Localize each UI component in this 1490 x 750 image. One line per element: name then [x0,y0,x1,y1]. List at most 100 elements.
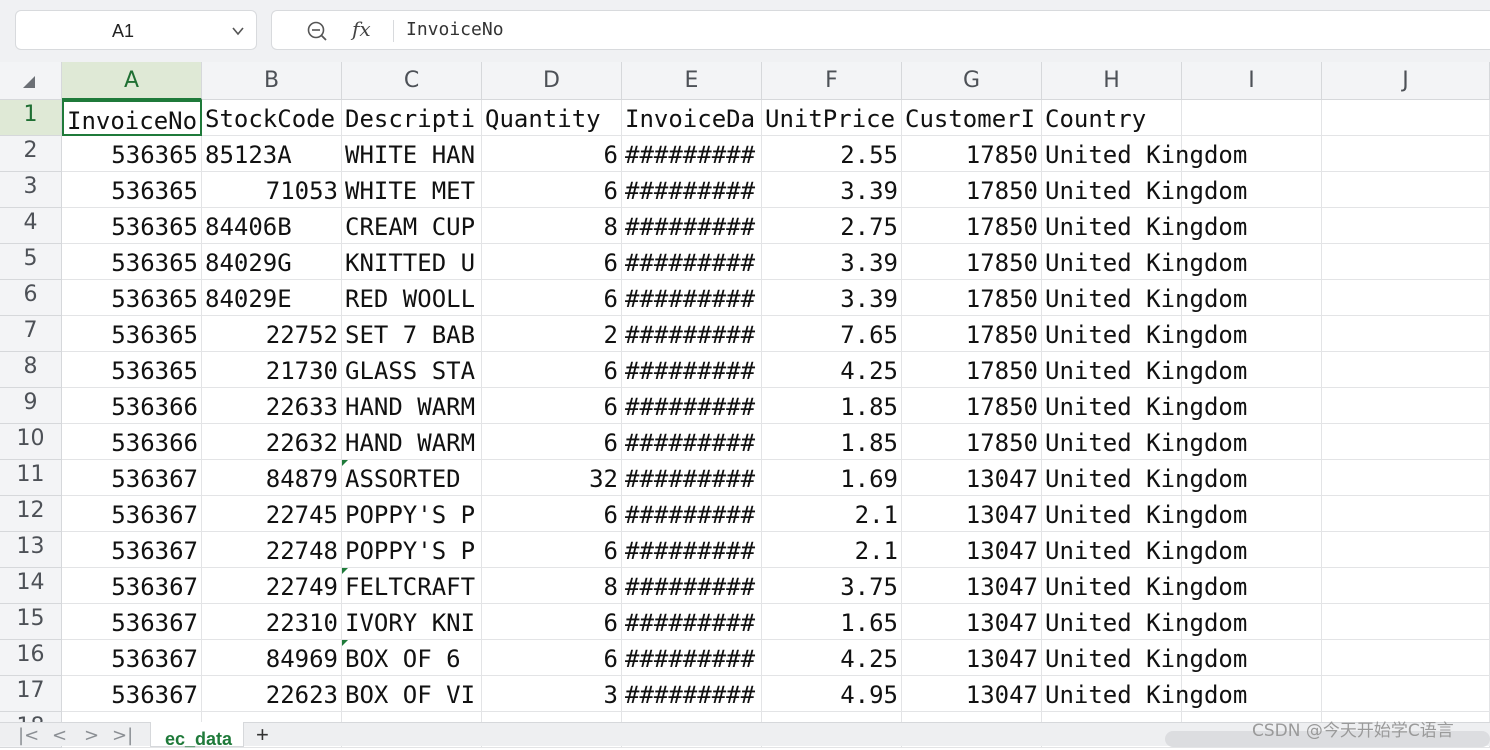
cell-c17[interactable]: BOX OF VI [342,676,482,712]
last-sheet-icon[interactable]: >| [112,727,133,745]
cell-h8[interactable]: United Kingdom [1042,352,1247,388]
cell-b5[interactable]: 84029G [202,244,342,280]
sheet-tab-ec-data[interactable]: ec_data [150,722,244,749]
cell-e7[interactable]: ######### [622,316,762,352]
cell-g1[interactable]: CustomerI [902,100,1042,136]
cell-i3[interactable] [1182,172,1322,208]
row-header-13[interactable]: 13 [0,532,62,568]
cell-g10[interactable]: 17850 [902,424,1042,460]
column-header-f[interactable]: F [762,62,902,100]
row-header-15[interactable]: 15 [0,604,62,640]
cell-a13[interactable]: 536367 [62,532,202,568]
cell-i17[interactable] [1182,676,1322,712]
row-header-5[interactable]: 5 [0,244,62,280]
column-header-j[interactable]: J [1322,62,1490,100]
cell-b1[interactable]: StockCode [202,100,342,136]
cell-f7[interactable]: 7.65 [762,316,902,352]
cell-d1[interactable]: Quantity [482,100,622,136]
cell-h2[interactable]: United Kingdom [1042,136,1247,172]
cell-d8[interactable]: 6 [482,352,622,388]
cell-b14[interactable]: 22749 [202,568,342,604]
cell-f3[interactable]: 3.39 [762,172,902,208]
cell-h12[interactable]: United Kingdom [1042,496,1247,532]
row-header-8[interactable]: 8 [0,352,62,388]
cell-a14[interactable]: 536367 [62,568,202,604]
cell-j9[interactable] [1322,388,1490,424]
row-header-3[interactable]: 3 [0,172,62,208]
fx-icon[interactable]: fx [352,17,371,41]
cell-c2[interactable]: WHITE HAN [342,136,482,172]
cell-a16[interactable]: 536367 [62,640,202,676]
column-header-d[interactable]: D [482,62,622,100]
cell-c14[interactable]: FELTCRAFT [342,568,482,604]
cell-h9[interactable]: United Kingdom [1042,388,1247,424]
cell-c12[interactable]: POPPY'S P [342,496,482,532]
cell-a7[interactable]: 536365 [62,316,202,352]
cell-f9[interactable]: 1.85 [762,388,902,424]
cell-j1[interactable] [1322,100,1490,136]
cell-h17[interactable]: United Kingdom [1042,676,1247,712]
cell-i13[interactable] [1182,532,1322,568]
row-header-10[interactable]: 10 [0,424,62,460]
column-header-h[interactable]: H [1042,62,1182,100]
cell-j5[interactable] [1322,244,1490,280]
row-header-11[interactable]: 11 [0,460,62,496]
cell-f5[interactable]: 3.39 [762,244,902,280]
cell-a9[interactable]: 536366 [62,388,202,424]
row-header-17[interactable]: 17 [0,676,62,712]
cell-e14[interactable]: ######### [622,568,762,604]
cell-j8[interactable] [1322,352,1490,388]
cell-c13[interactable]: POPPY'S P [342,532,482,568]
cell-d9[interactable]: 6 [482,388,622,424]
cell-a10[interactable]: 536366 [62,424,202,460]
cell-d3[interactable]: 6 [482,172,622,208]
cell-b9[interactable]: 22633 [202,388,342,424]
cell-d10[interactable]: 6 [482,424,622,460]
cell-e10[interactable]: ######### [622,424,762,460]
cell-g16[interactable]: 13047 [902,640,1042,676]
first-sheet-icon[interactable]: |< [18,727,39,745]
cell-d16[interactable]: 6 [482,640,622,676]
cell-g3[interactable]: 17850 [902,172,1042,208]
cell-e3[interactable]: ######### [622,172,762,208]
column-header-b[interactable]: B [202,62,342,100]
cell-g7[interactable]: 17850 [902,316,1042,352]
cell-c11[interactable]: ASSORTED [342,460,482,496]
column-header-i[interactable]: I [1182,62,1322,100]
cell-c5[interactable]: KNITTED U [342,244,482,280]
cell-b3[interactable]: 71053 [202,172,342,208]
cell-e6[interactable]: ######### [622,280,762,316]
cell-g11[interactable]: 13047 [902,460,1042,496]
cell-g6[interactable]: 17850 [902,280,1042,316]
cell-h13[interactable]: United Kingdom [1042,532,1247,568]
cell-d2[interactable]: 6 [482,136,622,172]
cell-f16[interactable]: 4.25 [762,640,902,676]
cell-a4[interactable]: 536365 [62,208,202,244]
cell-b10[interactable]: 22632 [202,424,342,460]
column-header-c[interactable]: C [342,62,482,100]
cell-b2[interactable]: 85123A [202,136,342,172]
cell-f8[interactable]: 4.25 [762,352,902,388]
cell-g15[interactable]: 13047 [902,604,1042,640]
cell-e11[interactable]: ######### [622,460,762,496]
cell-j14[interactable] [1322,568,1490,604]
cell-f2[interactable]: 2.55 [762,136,902,172]
cell-d15[interactable]: 6 [482,604,622,640]
cell-j10[interactable] [1322,424,1490,460]
cell-i12[interactable] [1182,496,1322,532]
cell-g5[interactable]: 17850 [902,244,1042,280]
row-header-12[interactable]: 12 [0,496,62,532]
cell-a6[interactable]: 536365 [62,280,202,316]
cell-i11[interactable] [1182,460,1322,496]
cell-h4[interactable]: United Kingdom [1042,208,1247,244]
column-header-e[interactable]: E [622,62,762,100]
cell-a5[interactable]: 536365 [62,244,202,280]
cell-g12[interactable]: 13047 [902,496,1042,532]
cell-c3[interactable]: WHITE MET [342,172,482,208]
cell-i8[interactable] [1182,352,1322,388]
cell-c7[interactable]: SET 7 BAB [342,316,482,352]
cell-f6[interactable]: 3.39 [762,280,902,316]
cell-i9[interactable] [1182,388,1322,424]
chevron-down-icon[interactable] [230,23,246,39]
row-header-6[interactable]: 6 [0,280,62,316]
